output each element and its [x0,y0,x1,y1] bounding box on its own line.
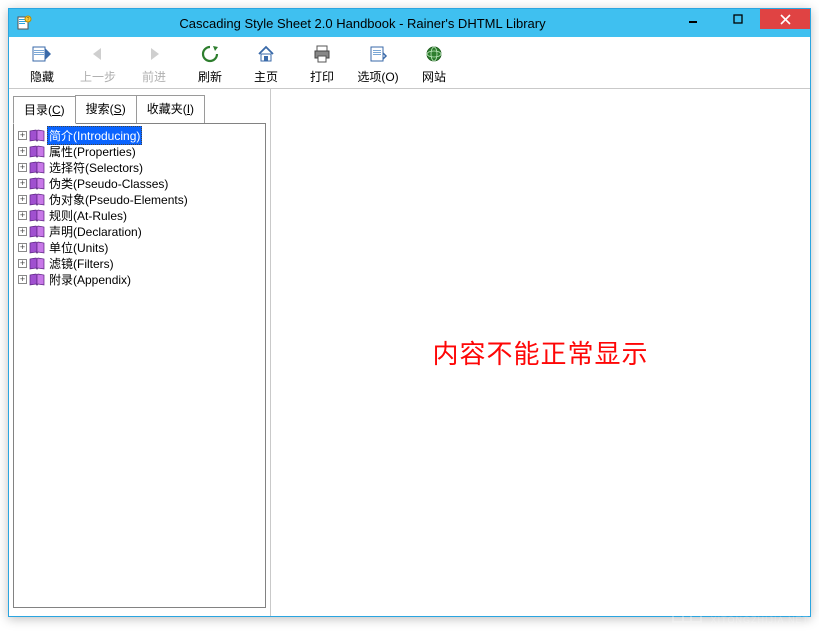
back-button[interactable]: 上一步 [71,41,125,87]
back-icon [87,43,109,65]
contents-tree[interactable]: +简介(Introducing)+属性(Properties)+选择符(Sele… [13,123,266,608]
window-buttons [670,9,810,29]
expand-icon[interactable]: + [18,227,27,236]
tab-search-key: S [114,102,122,116]
tree-item[interactable]: + 属性(Properties) [16,143,263,159]
book-icon [29,160,45,174]
expand-icon[interactable]: + [18,211,27,220]
forward-label: 前进 [142,68,166,85]
print-button[interactable]: 打印 [295,41,349,87]
tree-item[interactable]: + 单位(Units) [16,239,263,255]
app-icon: ? [13,12,35,34]
tree-item[interactable]: + 规则(At-Rules) [16,207,263,223]
maximize-icon [733,14,743,24]
tree-item[interactable]: + 伪对象(Pseudo-Elements) [16,191,263,207]
svg-text:?: ? [27,17,30,23]
tree-item-label: 伪类(Pseudo-Classes) [47,175,170,192]
tree-item[interactable]: + 附录(Appendix) [16,271,263,287]
tab-search-prefix: 搜索( [86,102,114,116]
website-icon [423,43,445,65]
expand-icon[interactable]: + [18,195,27,204]
book-icon [29,224,45,238]
close-icon [780,14,791,25]
hide-icon [31,43,53,65]
tree-item-label: 滤镜(Filters) [47,255,116,272]
tree-item[interactable]: +简介(Introducing) [16,127,263,143]
tab-fav-prefix: 收藏夹( [147,102,187,116]
tab-contents[interactable]: 目录(C) [13,96,76,124]
tree-item-label: 单位(Units) [47,239,110,256]
tab-favorites[interactable]: 收藏夹(I) [136,95,205,123]
tree-item[interactable]: + 声明(Declaration) [16,223,263,239]
app-window: ? Cascading Style Sheet 2.0 Handbook - R… [8,8,811,617]
tree-item-label: 属性(Properties) [47,143,138,160]
tab-contents-key: C [52,103,61,117]
book-icon [29,240,45,254]
options-icon [367,43,389,65]
tree-item[interactable]: + 伪类(Pseudo-Classes) [16,175,263,191]
website-label: 网站 [422,68,446,85]
expand-icon[interactable]: + [18,179,27,188]
tree-item-label: 伪对象(Pseudo-Elements) [47,191,190,208]
book-icon [29,128,45,142]
print-icon [311,43,333,65]
titlebar: ? Cascading Style Sheet 2.0 Handbook - R… [9,9,810,37]
tree-item[interactable]: + 滤镜(Filters) [16,255,263,271]
refresh-label: 刷新 [198,68,222,85]
tab-search-suffix: ) [122,102,126,116]
tree-item-label: 声明(Declaration) [47,223,144,240]
tree-item-label: 规则(At-Rules) [47,207,129,224]
back-label: 上一步 [80,68,116,85]
tree-item-label: 选择符(Selectors) [47,159,145,176]
nav-tabs: 目录(C) 搜索(S) 收藏夹(I) [13,95,266,123]
book-icon [29,176,45,190]
book-icon [29,208,45,222]
tree-item-label: 附录(Appendix) [47,271,133,288]
tab-fav-suffix: ) [190,102,194,116]
options-label: 选项(O) [357,68,398,85]
minimize-button[interactable] [670,9,715,29]
refresh-icon [199,43,221,65]
expand-icon[interactable]: + [18,259,27,268]
close-button[interactable] [760,9,810,29]
maximize-button[interactable] [715,9,760,29]
print-label: 打印 [310,68,334,85]
book-icon [29,144,45,158]
tab-contents-suffix: ) [61,103,65,117]
forward-button[interactable]: 前进 [127,41,181,87]
refresh-button[interactable]: 刷新 [183,41,237,87]
options-button[interactable]: 选项(O) [351,41,405,87]
tab-search[interactable]: 搜索(S) [75,95,137,123]
home-icon [255,43,277,65]
tab-contents-prefix: 目录( [24,103,52,117]
body-area: 目录(C) 搜索(S) 收藏夹(I) +简介(Introducing)+属性(P… [9,89,810,616]
toolbar: 隐藏 上一步 前进 刷新 [9,37,810,89]
book-icon [29,192,45,206]
home-button[interactable]: 主页 [239,41,293,87]
expand-icon[interactable]: + [18,131,27,140]
home-label: 主页 [254,68,278,85]
book-icon [29,272,45,286]
navigation-pane: 目录(C) 搜索(S) 收藏夹(I) +简介(Introducing)+属性(P… [9,89,271,616]
error-message: 内容不能正常显示 [432,334,648,371]
forward-icon [143,43,165,65]
expand-icon[interactable]: + [18,243,27,252]
book-icon [29,256,45,270]
content-pane: 内容不能正常显示 [271,89,810,616]
hide-label: 隐藏 [30,68,54,85]
tree-item[interactable]: + 选择符(Selectors) [16,159,263,175]
website-button[interactable]: 网站 [407,41,461,87]
hide-button[interactable]: 隐藏 [15,41,69,87]
expand-icon[interactable]: + [18,163,27,172]
minimize-icon [688,14,698,24]
expand-icon[interactable]: + [18,275,27,284]
expand-icon[interactable]: + [18,147,27,156]
